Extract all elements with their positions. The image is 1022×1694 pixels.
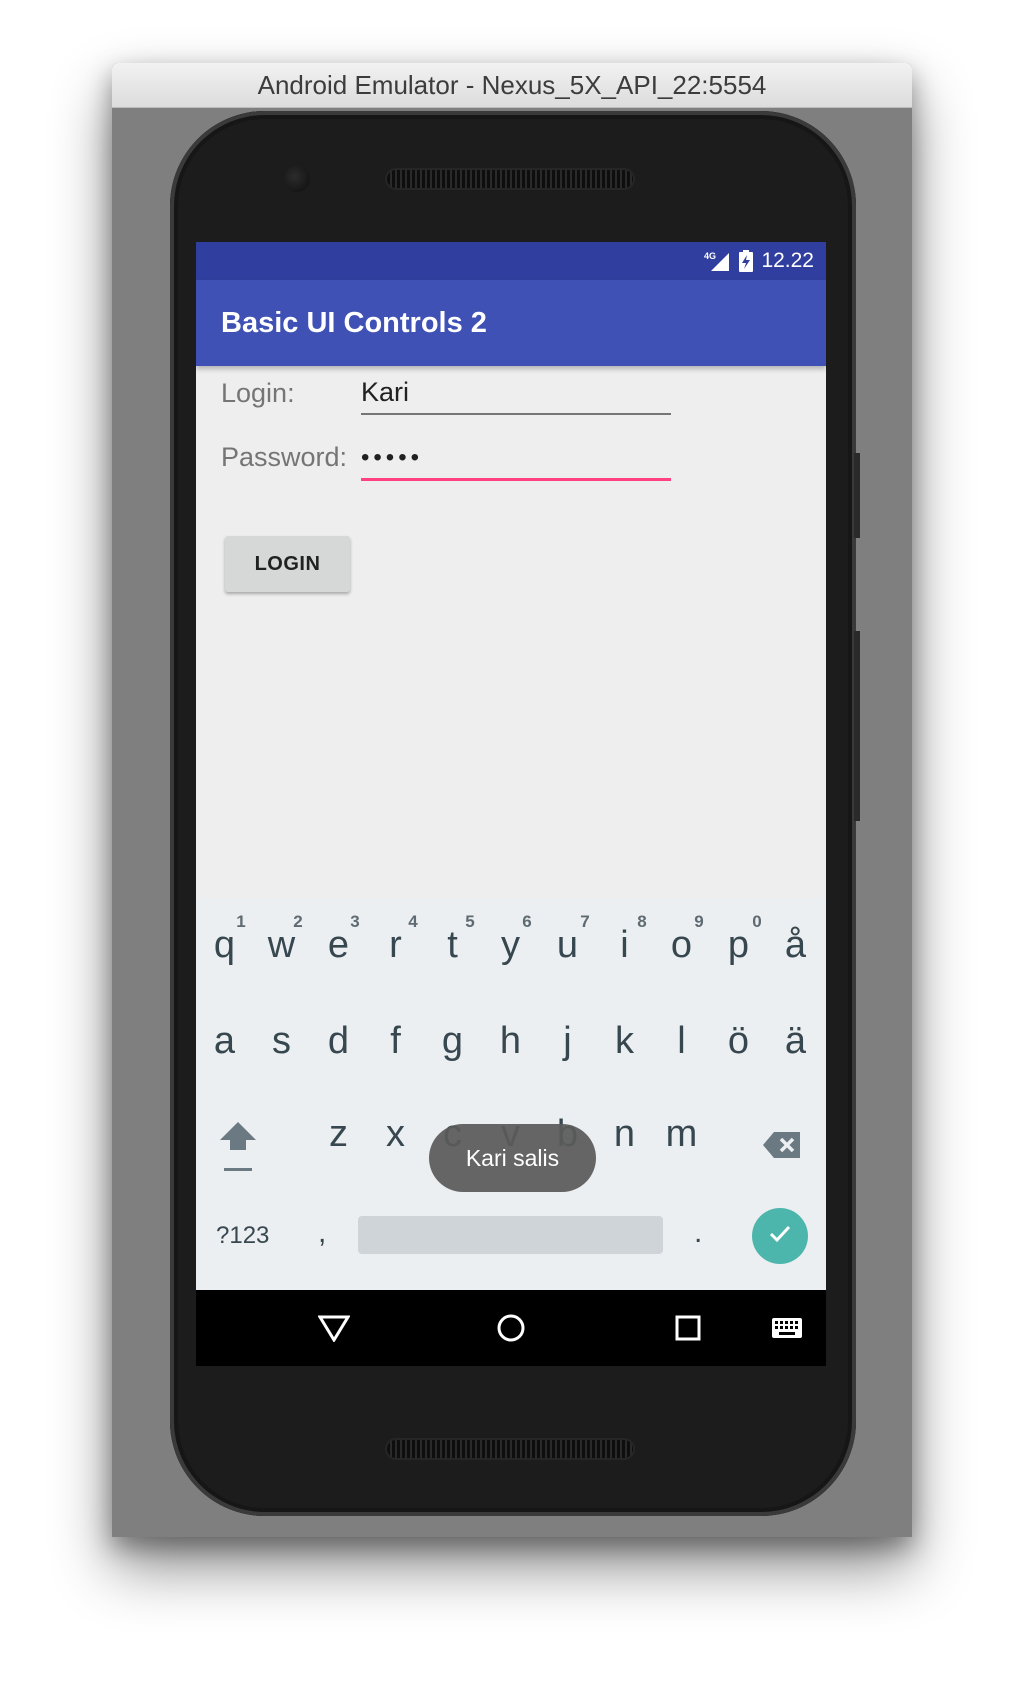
password-dots: ••••• [361, 444, 424, 471]
key-s[interactable]: s [253, 1020, 310, 1063]
app-bar: Basic UI Controls 2 [196, 280, 826, 366]
symbols-key[interactable]: ?123 [216, 1222, 269, 1250]
period-key[interactable]: . [694, 1216, 702, 1250]
status-bar: 4G 12.22 [196, 242, 826, 280]
key-a-umlaut[interactable]: ä [767, 1020, 824, 1063]
key-n[interactable]: n [596, 1113, 653, 1156]
toast-text: Kari salis [465, 1144, 560, 1171]
bottom-speaker [385, 1438, 635, 1460]
key-u[interactable]: u [539, 924, 596, 967]
top-speaker [385, 168, 635, 190]
navigation-bar [196, 1290, 826, 1366]
key-a-ring[interactable]: å [767, 924, 824, 967]
soft-keyboard: 1 2 3 4 5 6 7 8 9 0 q w e r t y u i o p … [196, 898, 826, 1290]
key-a[interactable]: a [196, 1020, 253, 1063]
key-m[interactable]: m [653, 1113, 710, 1156]
signal-icon: 4G [703, 250, 731, 272]
enter-key[interactable] [752, 1208, 808, 1264]
shift-icon[interactable] [218, 1120, 258, 1172]
device-screen: 4G 12.22 Basic UI Controls 2 Login: Pass… [196, 242, 826, 1366]
key-w[interactable]: w [253, 924, 310, 967]
comma-key[interactable]: , [318, 1216, 326, 1250]
app-title: Basic UI Controls 2 [221, 306, 487, 339]
key-o[interactable]: o [653, 924, 710, 967]
battery-icon [739, 250, 754, 272]
login-button[interactable]: LOGIN [225, 536, 350, 592]
window-title: Android Emulator - Nexus_5X_API_22:5554 [257, 69, 767, 100]
key-d[interactable]: d [310, 1020, 367, 1063]
toast-message: Kari salis [429, 1124, 596, 1192]
login-underline [361, 413, 671, 415]
login-input[interactable] [361, 372, 671, 412]
key-p[interactable]: p [710, 924, 767, 967]
backspace-icon[interactable] [762, 1130, 802, 1160]
back-icon[interactable] [316, 1310, 352, 1346]
recents-icon[interactable] [670, 1310, 706, 1346]
key-o-umlaut[interactable]: ö [710, 1020, 767, 1063]
clock: 12.22 [761, 249, 814, 272]
login-label: Login: [221, 378, 295, 408]
key-z[interactable]: z [310, 1113, 367, 1156]
keyboard-icon[interactable] [769, 1310, 805, 1346]
password-label: Password: [221, 442, 348, 472]
key-k[interactable]: k [596, 1020, 653, 1063]
key-t[interactable]: t [424, 924, 481, 967]
network-type-label: 4G [704, 251, 716, 261]
key-h[interactable]: h [482, 1020, 539, 1063]
key-e[interactable]: e [310, 924, 367, 967]
spacebar[interactable] [358, 1216, 663, 1254]
key-r[interactable]: r [367, 924, 424, 967]
key-x[interactable]: x [367, 1113, 424, 1156]
key-j[interactable]: j [539, 1020, 596, 1063]
key-l[interactable]: l [653, 1020, 710, 1063]
check-icon [766, 1220, 794, 1253]
window-titlebar[interactable]: Android Emulator - Nexus_5X_API_22:5554 [112, 63, 912, 108]
key-g[interactable]: g [424, 1020, 481, 1063]
password-input[interactable]: ••••• [361, 438, 671, 478]
power-button[interactable] [854, 453, 860, 538]
key-f[interactable]: f [367, 1020, 424, 1063]
volume-button[interactable] [854, 631, 860, 821]
password-underline [361, 478, 671, 481]
front-camera [284, 166, 310, 192]
key-i[interactable]: i [596, 924, 653, 967]
home-icon[interactable] [493, 1310, 529, 1346]
key-y[interactable]: y [482, 924, 539, 967]
key-q[interactable]: q [196, 924, 253, 967]
